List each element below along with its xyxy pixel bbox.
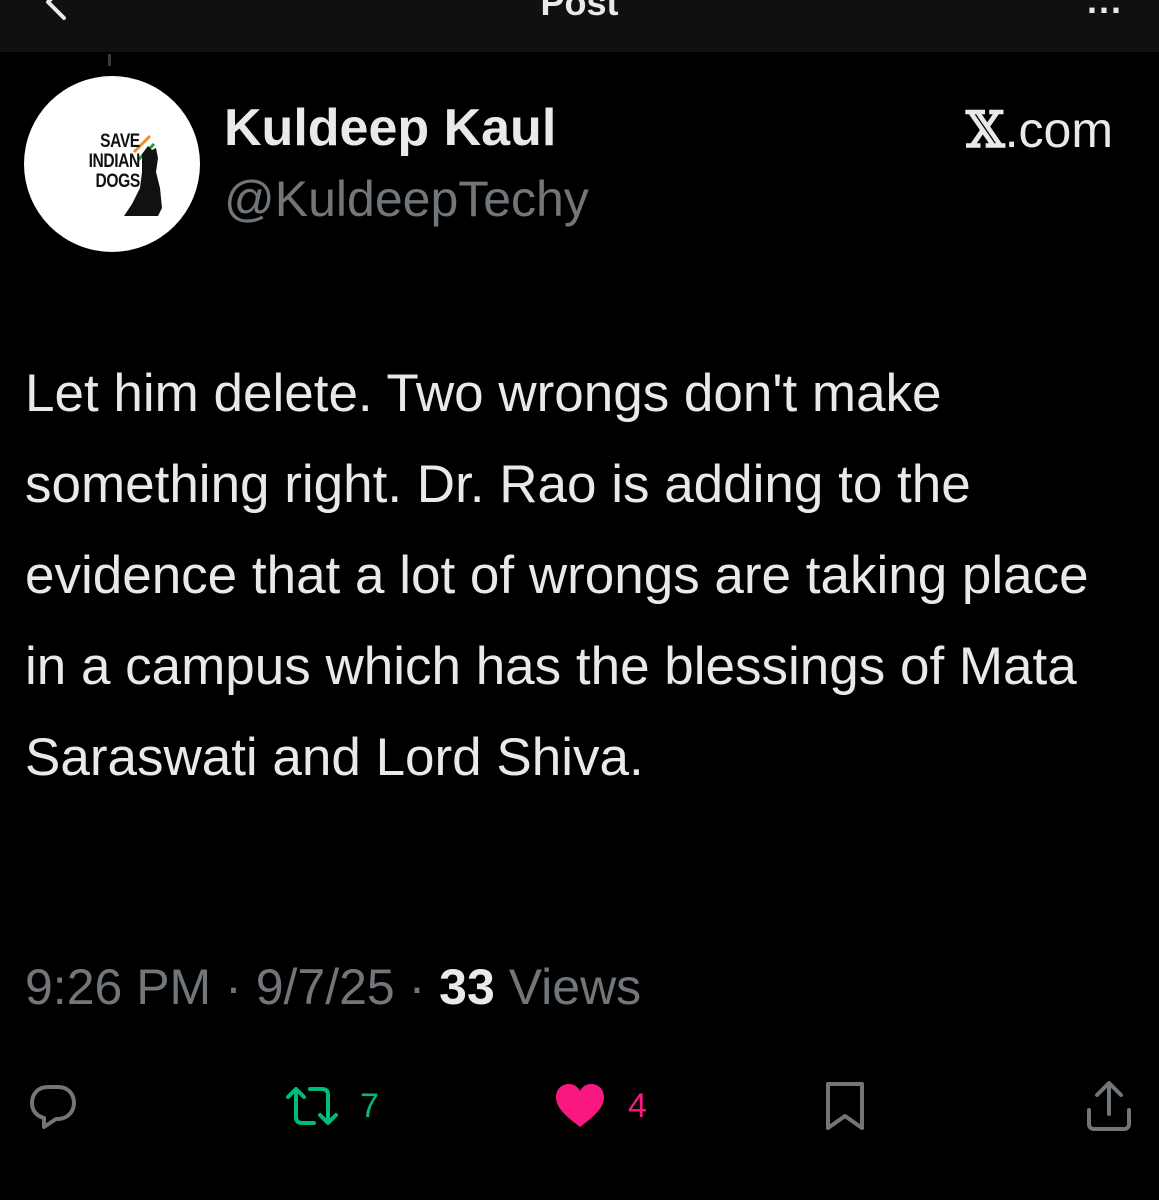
views-count[interactable]: 33 xyxy=(439,959,495,1015)
meta-separator: · xyxy=(408,959,426,1015)
avatar-logo-text: SAVE INDIAN DOGS xyxy=(88,131,141,192)
reply-button[interactable] xyxy=(26,1078,80,1134)
post-metadata: 9:26 PM · 9/7/25 · 33 Views xyxy=(25,958,641,1016)
post-time: 9:26 PM xyxy=(25,959,212,1015)
source-domain: .com xyxy=(1004,102,1113,158)
heart-icon xyxy=(556,1084,604,1127)
divider-mark xyxy=(108,54,111,66)
source-watermark: 𝕏.com xyxy=(966,100,1113,159)
bookmark-button[interactable] xyxy=(822,1078,868,1134)
repost-count: 7 xyxy=(360,1086,379,1125)
like-count: 4 xyxy=(628,1086,647,1125)
repost-icon xyxy=(286,1087,338,1125)
share-button[interactable] xyxy=(1084,1078,1134,1134)
x-logo-icon: 𝕏 xyxy=(965,100,1005,159)
bookmark-icon xyxy=(826,1082,864,1130)
post-date: 9/7/25 xyxy=(255,959,395,1015)
reply-icon xyxy=(30,1085,76,1129)
page-title: Post xyxy=(540,0,619,23)
share-icon xyxy=(1087,1081,1131,1131)
top-navigation-bar: Post ... xyxy=(0,0,1159,52)
avatar[interactable]: SAVE INDIAN DOGS xyxy=(24,76,200,252)
repost-button[interactable]: 7 xyxy=(284,1078,379,1134)
meta-separator: · xyxy=(225,959,242,1015)
more-options-icon[interactable]: ... xyxy=(1087,0,1123,22)
action-bar: 7 4 xyxy=(0,1078,1159,1138)
author-name[interactable]: Kuldeep Kaul xyxy=(224,98,556,158)
like-button[interactable]: 4 xyxy=(552,1078,647,1134)
author-handle[interactable]: @KuldeepTechy xyxy=(224,170,589,228)
post-text: Let him delete. Two wrongs don't make so… xyxy=(25,364,1089,787)
views-label: Views xyxy=(508,959,642,1015)
